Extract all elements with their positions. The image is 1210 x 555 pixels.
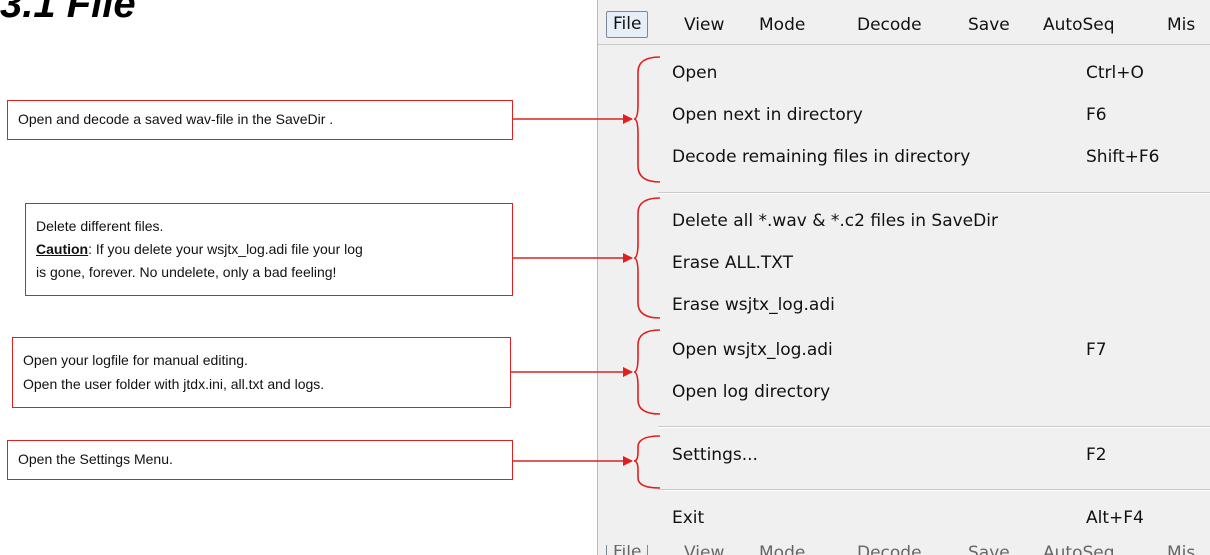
- brace-settings-group: [633, 435, 661, 489]
- annotation-overlay: [511, 56, 661, 489]
- brace-log-group: [633, 329, 661, 415]
- brace-delete-group: [633, 197, 661, 319]
- brace-open-group: [633, 56, 661, 183]
